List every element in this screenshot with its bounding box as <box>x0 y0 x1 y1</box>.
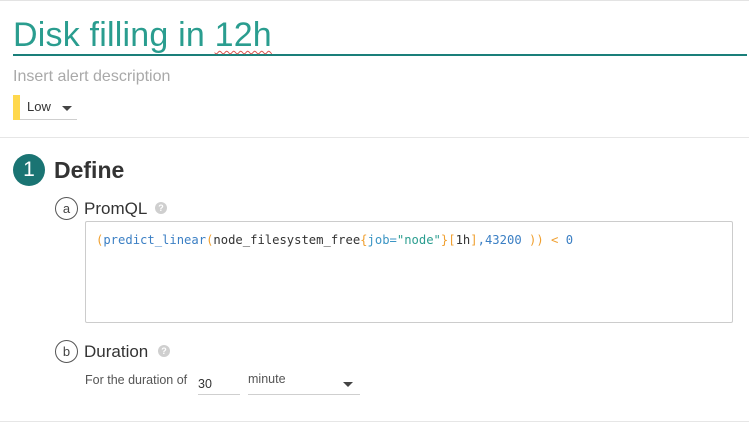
duration-title: Duration <box>84 342 149 361</box>
query-token: )) <box>521 233 552 247</box>
step-number-badge: 1 <box>13 154 45 186</box>
duration-unit-label: minute <box>248 372 286 386</box>
promql-title: PromQL <box>84 199 148 218</box>
duration-unit-select[interactable]: minute <box>248 369 360 395</box>
chevron-down-icon <box>62 106 72 111</box>
query-token: [ <box>448 233 456 247</box>
query-label-key: job <box>367 233 390 247</box>
alert-title-field[interactable]: Disk filling in 12h <box>13 12 747 56</box>
help-icon[interactable]: ? <box>155 202 167 214</box>
alert-title-spellcheck-text: 12h <box>214 16 272 54</box>
section-divider <box>0 137 749 138</box>
promql-query-editor[interactable]: (predict_linear(node_filesystem_free{job… <box>85 221 733 323</box>
chevron-down-icon <box>343 382 353 387</box>
step-title: Define <box>54 157 125 183</box>
query-metric: node_filesystem_free <box>213 233 361 247</box>
severity-label: Low <box>27 99 51 114</box>
query-token: , <box>477 233 485 247</box>
alert-title-text: Disk filling in <box>13 16 215 54</box>
help-icon[interactable]: ? <box>158 345 170 357</box>
query-number: 43200 <box>484 233 522 247</box>
query-token: = <box>389 233 397 247</box>
query-token: { <box>360 233 368 247</box>
alert-description-field[interactable]: Insert alert description <box>13 67 170 87</box>
query-range: 1h <box>455 233 471 247</box>
query-threshold: 0 <box>558 233 574 247</box>
substep-letter-a: a <box>55 197 78 220</box>
query-label-value: "node" <box>396 233 441 247</box>
severity-select[interactable]: Low <box>13 95 77 120</box>
section-divider <box>0 421 749 422</box>
alert-title[interactable]: Disk filling in 12h <box>13 12 747 58</box>
top-border <box>0 0 749 1</box>
substep-letter-b: b <box>55 340 78 363</box>
duration-prefix-label: For the duration of <box>85 373 188 387</box>
query-token: ] <box>470 233 478 247</box>
duration-value-input[interactable] <box>198 371 240 395</box>
query-function: predict_linear <box>103 233 207 247</box>
severity-color-bar <box>13 95 20 120</box>
